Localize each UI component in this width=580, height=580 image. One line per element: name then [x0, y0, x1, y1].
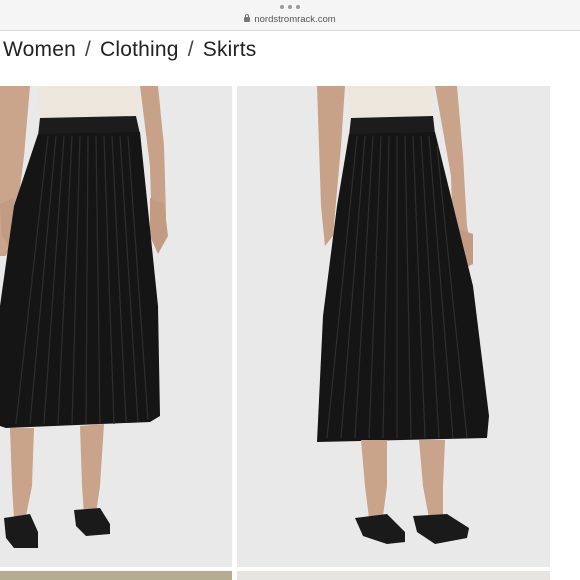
- product-image-front[interactable]: [0, 86, 232, 567]
- next-image-thumbnail[interactable]: [237, 571, 550, 580]
- breadcrumb-separator: /: [84, 38, 92, 61]
- breadcrumb-skirts[interactable]: Skirts: [203, 38, 257, 61]
- more-options-icon[interactable]: [280, 5, 300, 11]
- next-image-thumbnail[interactable]: [0, 571, 232, 580]
- browser-toolbar: nordstromrack.com: [0, 0, 580, 31]
- lock-icon: [244, 14, 251, 22]
- breadcrumb: Women / Clothing / Skirts: [3, 38, 256, 62]
- url-text: nordstromrack.com: [254, 14, 336, 25]
- breadcrumb-women[interactable]: Women: [3, 38, 76, 61]
- product-image-side[interactable]: [237, 86, 550, 567]
- breadcrumb-clothing[interactable]: Clothing: [100, 38, 179, 61]
- breadcrumb-separator: /: [187, 38, 194, 61]
- address-bar[interactable]: nordstromrack.com: [0, 14, 580, 26]
